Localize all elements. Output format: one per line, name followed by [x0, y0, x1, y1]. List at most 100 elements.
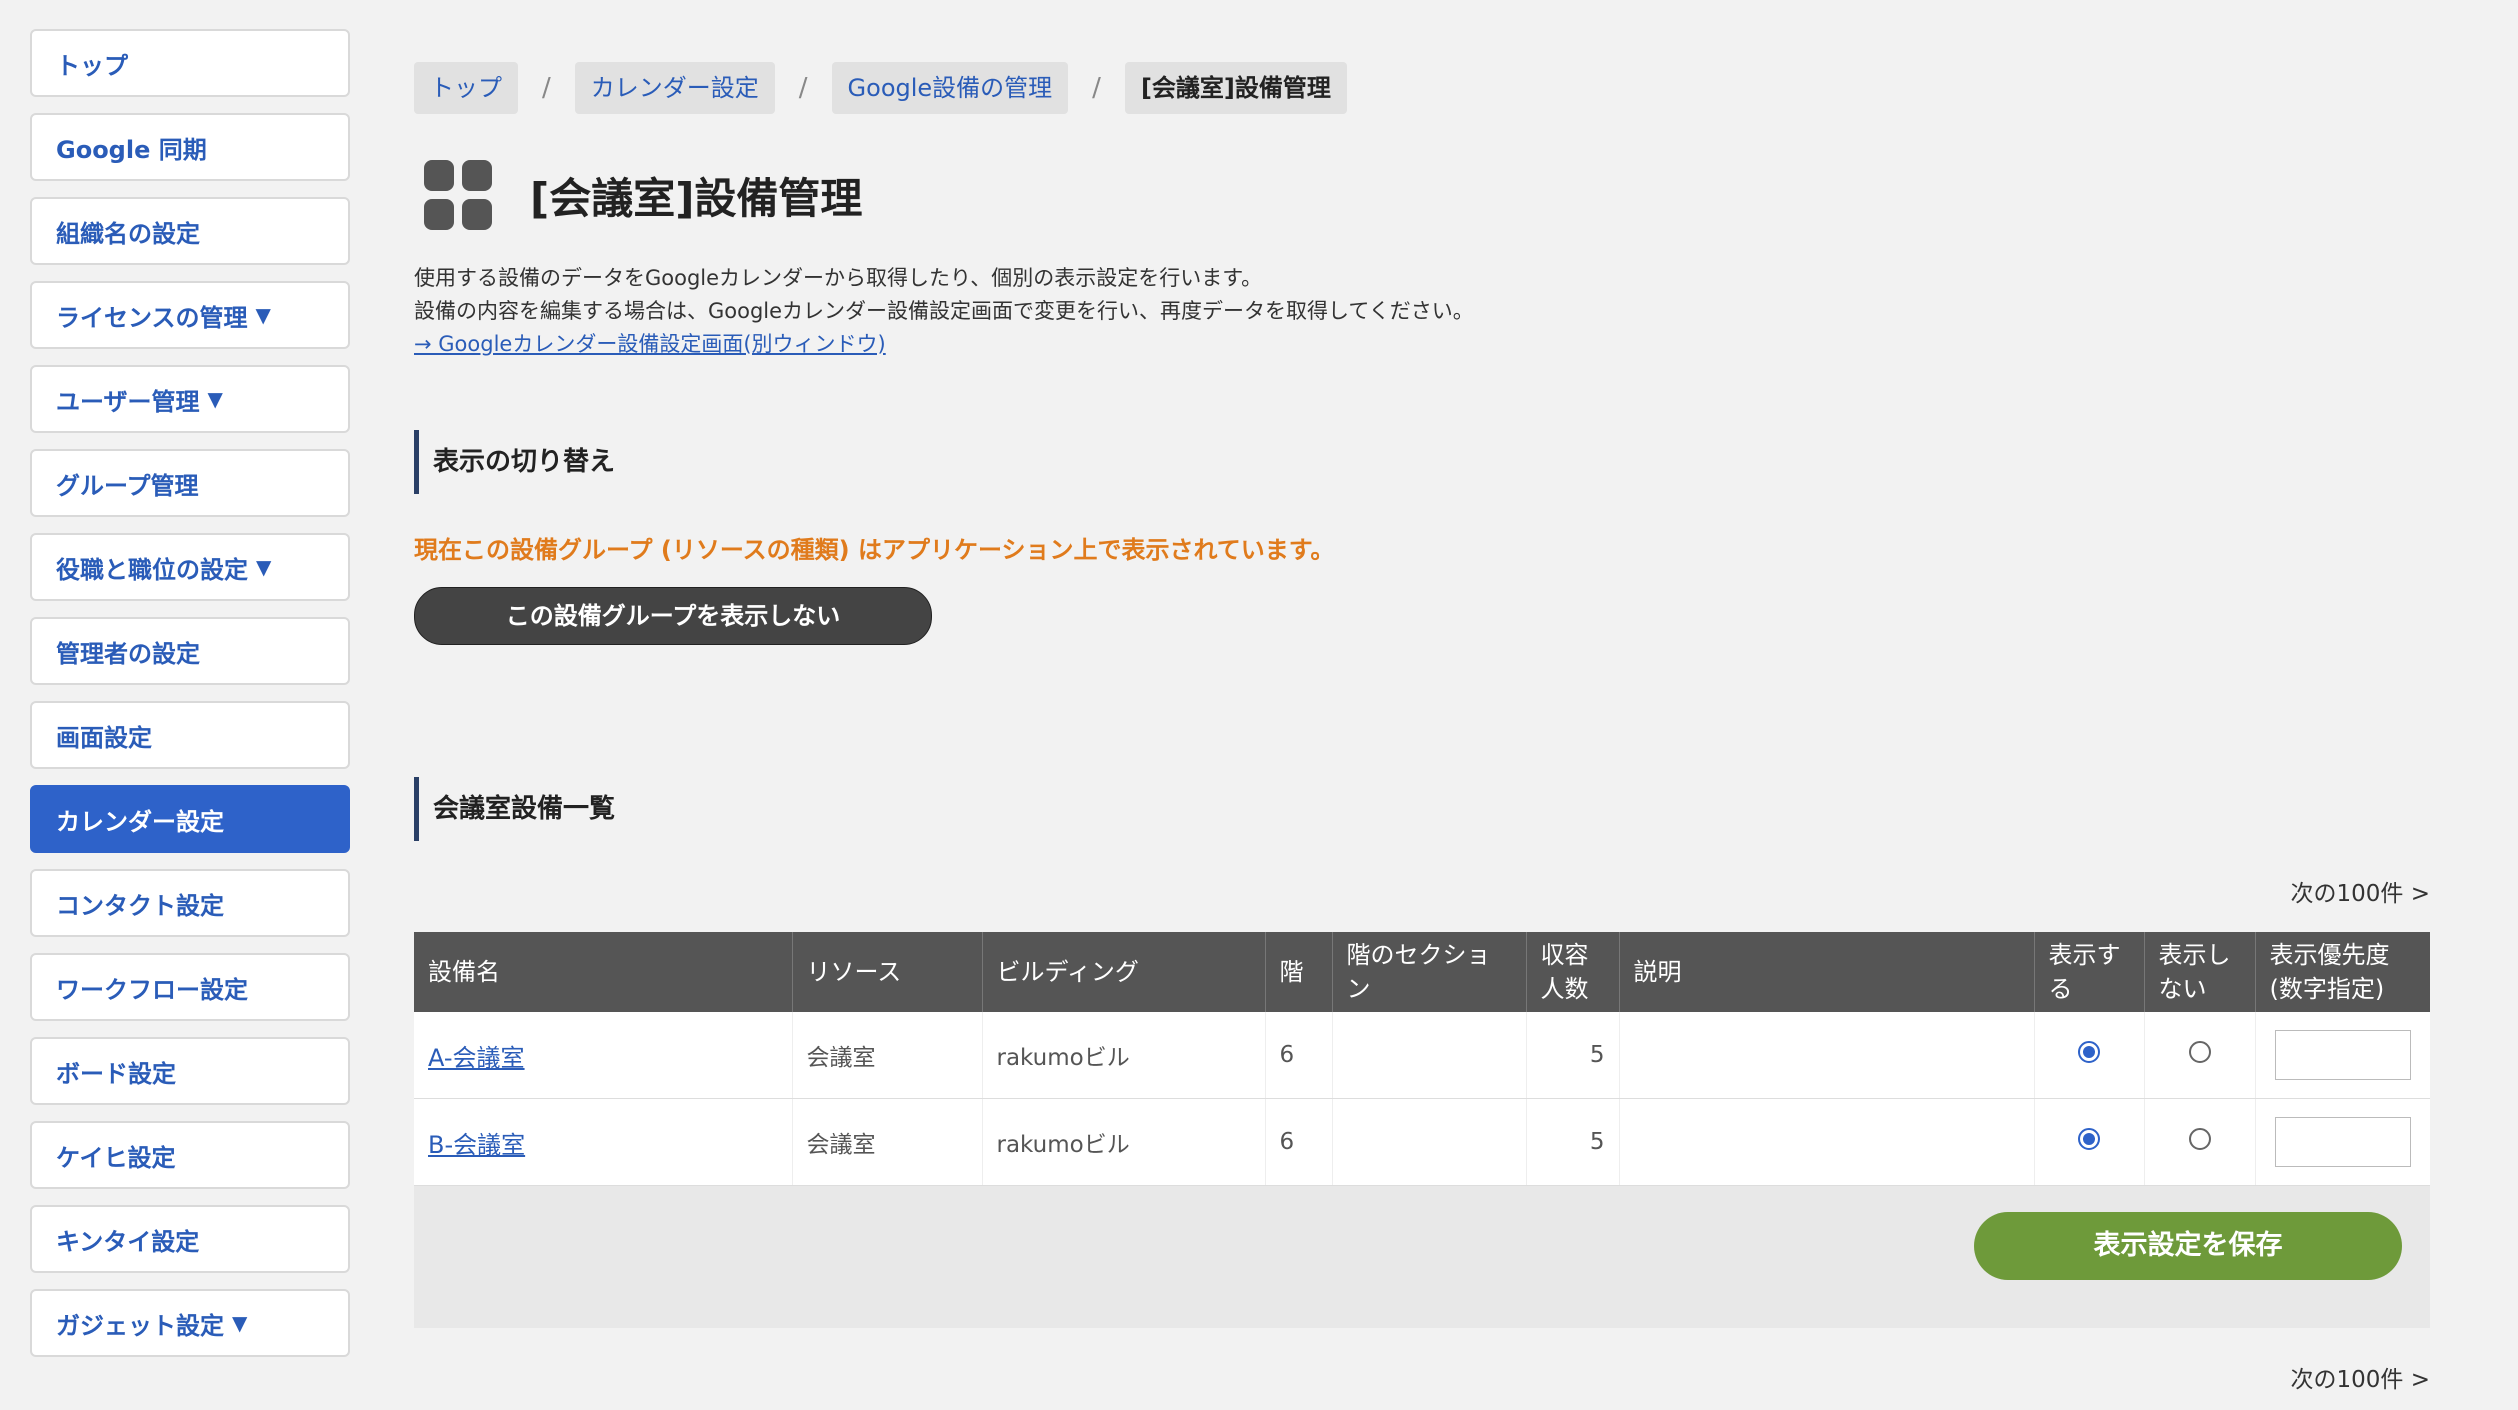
sidebar-item-gadget[interactable]: ガジェット設定 ▼: [30, 1289, 350, 1357]
apps-grid-icon: [424, 160, 494, 230]
next-page-link-top[interactable]: 次の100件 >: [2291, 874, 2430, 908]
sidebar-item-calendar[interactable]: カレンダー設定: [30, 785, 350, 853]
breadcrumb: トップ / カレンダー設定 / Google設備の管理 / [会議室]設備管理: [414, 62, 1347, 114]
cell-name: B-会議室: [414, 1098, 793, 1186]
col-header-section[interactable]: 階のセクション: [1332, 932, 1527, 1012]
sidebar-item-workflow[interactable]: ワークフロー設定: [30, 953, 350, 1021]
sidebar-item-users[interactable]: ユーザー管理 ▼: [30, 365, 350, 433]
caret-down-icon: ▼: [256, 555, 272, 579]
title-row: [会議室]設備管理: [424, 160, 862, 230]
caret-down-icon: ▼: [255, 303, 271, 327]
cell-description: [1619, 1098, 2035, 1186]
priority-input[interactable]: [2274, 1117, 2411, 1167]
sidebar-item-top[interactable]: トップ: [30, 29, 350, 97]
col-header-show: 表示する: [2034, 932, 2145, 1012]
sidebar-item-label: ワークフロー設定: [56, 975, 248, 1004]
sidebar-item-label: カレンダー設定: [56, 807, 224, 836]
col-header-capacity[interactable]: 収容人数: [1526, 932, 1620, 1012]
hide-radio[interactable]: [2188, 1128, 2211, 1150]
cell-capacity: 5: [1526, 1098, 1620, 1186]
caret-down-icon: ▼: [207, 387, 223, 411]
cell-hide: [2144, 1012, 2256, 1099]
cell-floor: 6: [1265, 1012, 1333, 1099]
sidebar-item-label: ボード設定: [56, 1059, 176, 1088]
show-radio[interactable]: [2078, 1128, 2100, 1150]
page-title: [会議室]設備管理: [530, 173, 863, 223]
col-header-hide: 表示しない: [2144, 932, 2256, 1012]
col-header-description: 説明: [1619, 932, 2035, 1012]
sidebar-item-label: キンタイ設定: [56, 1227, 200, 1256]
sidebar-item-label: 役職と職位の設定: [56, 555, 248, 584]
sidebar-item-label: ケイヒ設定: [56, 1143, 176, 1172]
cell-show: [2034, 1012, 2145, 1099]
priority-input[interactable]: [2274, 1030, 2411, 1080]
facility-name-link[interactable]: A-会議室: [428, 1044, 525, 1072]
table-row: A-会議室 会議室 rakumoビル 6 5: [414, 1012, 2430, 1099]
cell-resource: 会議室: [792, 1012, 983, 1099]
cell-capacity: 5: [1526, 1012, 1620, 1099]
cell-description: [1619, 1012, 2035, 1099]
cell-priority: [2255, 1098, 2430, 1186]
sidebar-item-license[interactable]: ライセンスの管理 ▼: [30, 281, 350, 349]
sidebar-item-label: コンタクト設定: [56, 891, 224, 920]
sidebar-item-positions[interactable]: 役職と職位の設定 ▼: [30, 533, 350, 601]
sidebar-item-label: 管理者の設定: [56, 639, 200, 668]
breadcrumb-google-facilities[interactable]: Google設備の管理: [831, 62, 1069, 114]
breadcrumb-calendar-settings[interactable]: カレンダー設定: [574, 62, 775, 114]
save-display-settings-button[interactable]: 表示設定を保存: [1974, 1212, 2402, 1280]
col-header-priority: 表示優先度(数字指定): [2255, 932, 2430, 1012]
sidebar: トップ Google 同期 組織名の設定 ライセンスの管理 ▼ ユーザー管理 ▼ グ…: [30, 29, 350, 1373]
facility-name-link[interactable]: B-会議室: [428, 1131, 525, 1159]
col-header-name[interactable]: 設備名: [414, 932, 793, 1012]
hide-group-button[interactable]: この設備グループを表示しない: [414, 587, 932, 645]
caret-down-icon: ▼: [232, 1311, 248, 1335]
sidebar-item-google-sync[interactable]: Google 同期: [30, 113, 350, 181]
sidebar-item-org-name[interactable]: 組織名の設定: [30, 197, 350, 265]
sidebar-item-screen[interactable]: 画面設定: [30, 701, 350, 769]
sidebar-item-label: ライセンスの管理: [56, 303, 248, 332]
cell-building: rakumoビル: [982, 1012, 1266, 1099]
sidebar-item-contact[interactable]: コンタクト設定: [30, 869, 350, 937]
breadcrumb-current: [会議室]設備管理: [1124, 62, 1347, 114]
show-radio[interactable]: [2078, 1041, 2100, 1063]
page-description: 使用する設備のデータをGoogleカレンダーから取得したり、個別の表示設定を行い…: [414, 262, 1474, 361]
breadcrumb-separator: /: [542, 73, 551, 103]
cell-floor: 6: [1265, 1098, 1333, 1186]
sidebar-item-groups[interactable]: グループ管理: [30, 449, 350, 517]
description-line: 設備の内容を編集する場合は、Googleカレンダー設備設定画面で変更を行い、再度…: [414, 299, 1474, 323]
section-heading-display-toggle: 表示の切り替え: [414, 430, 615, 494]
col-header-resource[interactable]: リソース: [792, 932, 983, 1012]
section-heading-facility-list: 会議室設備一覧: [414, 777, 615, 841]
sidebar-item-label: トップ: [56, 51, 128, 80]
table-row: B-会議室 会議室 rakumoビル 6 5: [414, 1098, 2430, 1186]
display-status-message: 現在この設備グループ (リソースの種類) はアプリケーション上で表示されています…: [414, 536, 1335, 564]
cell-show: [2034, 1098, 2145, 1186]
facility-table-panel: 設備名 リソース ビルディング 階 階のセクション 収容人数 説明 表示する 表…: [414, 932, 2430, 1328]
sidebar-item-label: 組織名の設定: [56, 219, 200, 248]
sidebar-item-board[interactable]: ボード設定: [30, 1037, 350, 1105]
cell-priority: [2255, 1012, 2430, 1099]
cell-building: rakumoビル: [982, 1098, 1266, 1186]
cell-resource: 会議室: [792, 1098, 983, 1186]
cell-section: [1332, 1012, 1527, 1099]
breadcrumb-separator: /: [1092, 73, 1101, 103]
col-header-floor[interactable]: 階: [1265, 932, 1333, 1012]
sidebar-item-kintai[interactable]: キンタイ設定: [30, 1205, 350, 1273]
sidebar-item-admins[interactable]: 管理者の設定: [30, 617, 350, 685]
sidebar-item-label: グループ管理: [56, 471, 199, 500]
next-page-link-bottom[interactable]: 次の100件 >: [2291, 1360, 2430, 1394]
sidebar-item-label: ガジェット設定: [56, 1311, 224, 1340]
table-header-row: 設備名 リソース ビルディング 階 階のセクション 収容人数 説明 表示する 表…: [414, 932, 2430, 1012]
sidebar-item-keihi[interactable]: ケイヒ設定: [30, 1121, 350, 1189]
facility-table: 設備名 リソース ビルディング 階 階のセクション 収容人数 説明 表示する 表…: [414, 932, 2430, 1186]
sidebar-item-label: 画面設定: [56, 723, 152, 752]
cell-hide: [2144, 1098, 2256, 1186]
hide-radio[interactable]: [2188, 1041, 2211, 1063]
breadcrumb-top[interactable]: トップ: [414, 62, 518, 114]
col-header-building[interactable]: ビルディング: [982, 932, 1266, 1012]
breadcrumb-separator: /: [798, 73, 808, 103]
cell-section: [1332, 1098, 1527, 1186]
sidebar-item-label: Google 同期: [56, 135, 207, 164]
google-calendar-settings-link[interactable]: → Googleカレンダー設備設定画面(別ウィンドウ): [414, 328, 1474, 361]
description-line: 使用する設備のデータをGoogleカレンダーから取得したり、個別の表示設定を行い…: [414, 266, 1263, 290]
